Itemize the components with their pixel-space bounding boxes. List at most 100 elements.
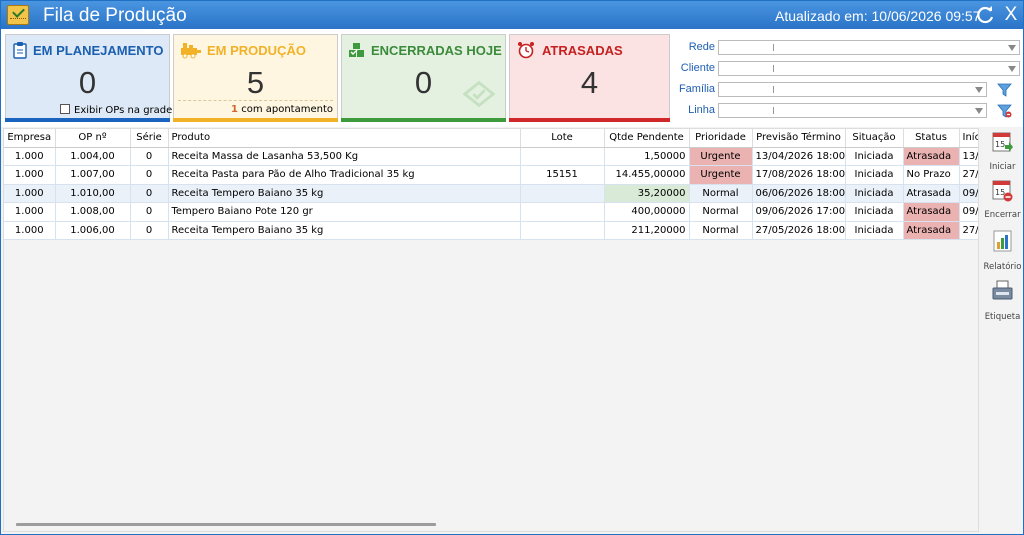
cell-prioridade[interactable]: Normal — [689, 221, 753, 240]
cell-lote[interactable] — [520, 221, 605, 240]
col-situacao[interactable]: Situação — [845, 129, 904, 148]
cell-inicio[interactable]: 09/ — [959, 184, 978, 203]
late-card[interactable]: ATRASADAS 4 — [509, 34, 670, 122]
cell-empresa[interactable]: 1.000 — [4, 184, 56, 203]
table-row[interactable]: 1.000 1.008,00 0 Tempero Baiano Pote 120… — [4, 202, 978, 222]
cell-inicio[interactable]: 27/ — [959, 221, 978, 240]
cell-previsao[interactable]: 06/06/2026 18:00 — [752, 184, 846, 203]
cell-situacao[interactable]: Iniciada — [845, 147, 904, 166]
filter-familia-combo[interactable] — [718, 82, 987, 97]
cell-status[interactable]: Atrasada — [903, 202, 960, 222]
cell-prioridade[interactable]: Normal — [689, 202, 753, 222]
cell-status[interactable]: Atrasada — [903, 221, 960, 240]
cell-serie[interactable]: 0 — [130, 184, 169, 203]
cell-qtde[interactable]: 14.455,00000 — [604, 165, 690, 185]
cell-previsao[interactable]: 13/04/2026 18:00 — [752, 147, 846, 166]
calendar-start-icon: 15 — [992, 132, 1013, 152]
cell-op[interactable]: 1.008,00 — [55, 202, 131, 222]
cell-op[interactable]: 1.006,00 — [55, 221, 131, 240]
col-serie[interactable]: Série — [130, 129, 169, 148]
col-lote[interactable]: Lote — [520, 129, 605, 148]
col-op[interactable]: OP nº — [55, 129, 131, 148]
cell-situacao[interactable]: Iniciada — [845, 202, 904, 222]
table-row[interactable]: 1.000 1.006,00 0 Receita Tempero Baiano … — [4, 221, 978, 240]
horizontal-scrollbar[interactable] — [16, 523, 436, 526]
cell-serie[interactable]: 0 — [130, 165, 169, 185]
cell-empresa[interactable]: 1.000 — [4, 202, 56, 222]
cell-previsao[interactable]: 17/08/2026 18:00 — [752, 165, 846, 185]
cell-produto[interactable]: Receita Massa de Lasanha 53,500 Kg — [168, 147, 521, 166]
cell-lote[interactable] — [520, 147, 605, 166]
chevron-down-icon[interactable] — [1008, 66, 1016, 72]
col-prioridade[interactable]: Prioridade — [689, 129, 753, 148]
cell-qtde[interactable]: 400,00000 — [604, 202, 690, 222]
finish-button[interactable]: 15 Encerrar — [982, 180, 1023, 226]
cell-prioridade[interactable]: Normal — [689, 184, 753, 203]
cell-prioridade[interactable]: Urgente — [689, 165, 753, 185]
show-ops-checkbox[interactable]: Exibir OPs na grade — [60, 104, 172, 116]
chevron-down-icon[interactable] — [975, 108, 983, 114]
checkbox-box[interactable] — [60, 104, 70, 114]
combo-separator — [773, 86, 774, 93]
col-previsao[interactable]: Previsão Término — [752, 129, 846, 148]
cell-op[interactable]: 1.010,00 — [55, 184, 131, 203]
cell-empresa[interactable]: 1.000 — [4, 165, 56, 185]
col-status[interactable]: Status — [903, 129, 960, 148]
tag-button[interactable]: Etiqueta — [982, 280, 1023, 326]
orders-table: Empresa OP nº Série Produto Lote Qtde Pe… — [4, 129, 978, 240]
cell-previsao[interactable]: 09/06/2026 17:00 — [752, 202, 846, 222]
cell-serie[interactable]: 0 — [130, 221, 169, 240]
cell-serie[interactable]: 0 — [130, 202, 169, 222]
cell-empresa[interactable]: 1.000 — [4, 221, 56, 240]
table-row[interactable]: 1.000 1.004,00 0 Receita Massa de Lasanh… — [4, 147, 978, 166]
filter-rede-combo[interactable] — [718, 40, 1020, 55]
cell-qtde[interactable]: 211,20000 — [604, 221, 690, 240]
window-title: Fila de Produção — [43, 5, 187, 26]
cell-op[interactable]: 1.007,00 — [55, 165, 131, 185]
cell-situacao[interactable]: Iniciada — [845, 184, 904, 203]
cell-serie[interactable]: 0 — [130, 147, 169, 166]
cell-situacao[interactable]: Iniciada — [845, 165, 904, 185]
cell-produto[interactable]: Tempero Baiano Pote 120 gr — [168, 202, 521, 222]
cell-lote[interactable] — [520, 184, 605, 203]
cell-qtde[interactable]: 1,50000 — [604, 147, 690, 166]
cell-inicio[interactable]: 13/ — [959, 147, 978, 166]
cell-lote[interactable] — [520, 202, 605, 222]
cell-produto[interactable]: Receita Tempero Baiano 35 kg — [168, 184, 521, 203]
col-qtde[interactable]: Qtde Pendente — [604, 129, 690, 148]
filter-cliente-combo[interactable] — [718, 61, 1020, 76]
table-row[interactable]: 1.000 1.007,00 0 Receita Pasta para Pão … — [4, 165, 978, 185]
cell-produto[interactable]: Receita Pasta para Pão de Alho Tradicion… — [168, 165, 521, 185]
close-button[interactable]: X — [1000, 4, 1022, 26]
cell-prioridade[interactable]: Urgente — [689, 147, 753, 166]
cell-inicio[interactable]: 09/ — [959, 202, 978, 222]
filter-linha-combo[interactable] — [718, 103, 987, 118]
clear-filter-icon[interactable] — [997, 104, 1012, 118]
cell-status[interactable]: Atrasada — [903, 184, 960, 203]
closed-today-card[interactable]: ENCERRADAS HOJE 0 — [341, 34, 506, 122]
col-produto[interactable]: Produto — [168, 129, 521, 148]
table-row-selected[interactable]: 1.000 1.010,00 0 Receita Tempero Baiano … — [4, 184, 978, 203]
production-card[interactable]: EM PRODUÇÃO 5 1 com apontamento — [173, 34, 338, 122]
chevron-down-icon[interactable] — [1008, 45, 1016, 51]
cell-status[interactable]: No Prazo — [903, 165, 960, 185]
cell-inicio[interactable]: 27/ — [959, 165, 978, 185]
cell-op[interactable]: 1.004,00 — [55, 147, 131, 166]
late-title: ATRASADAS — [542, 43, 623, 58]
cell-produto[interactable]: Receita Tempero Baiano 35 kg — [168, 221, 521, 240]
report-button[interactable]: Relatório — [982, 230, 1023, 276]
col-empresa[interactable]: Empresa — [4, 129, 56, 148]
start-button[interactable]: 15 Iniciar — [982, 130, 1023, 176]
cell-status[interactable]: Atrasada — [903, 147, 960, 166]
refresh-icon[interactable] — [974, 4, 996, 26]
planning-card[interactable]: EM PLANEJAMENTO 0 Exibir OPs na grade — [5, 34, 172, 122]
chevron-down-icon[interactable] — [975, 87, 983, 93]
cell-qtde-focused[interactable]: 35,20000 — [604, 184, 690, 203]
cell-empresa[interactable]: 1.000 — [4, 147, 56, 166]
filter-icon[interactable] — [997, 83, 1012, 97]
cell-lote[interactable]: 15151 — [520, 165, 605, 185]
col-inicio[interactable]: Início — [959, 129, 978, 148]
cell-situacao[interactable]: Iniciada — [845, 221, 904, 240]
cell-previsao[interactable]: 27/05/2026 18:00 — [752, 221, 846, 240]
tag-label: Etiqueta — [984, 312, 1021, 322]
